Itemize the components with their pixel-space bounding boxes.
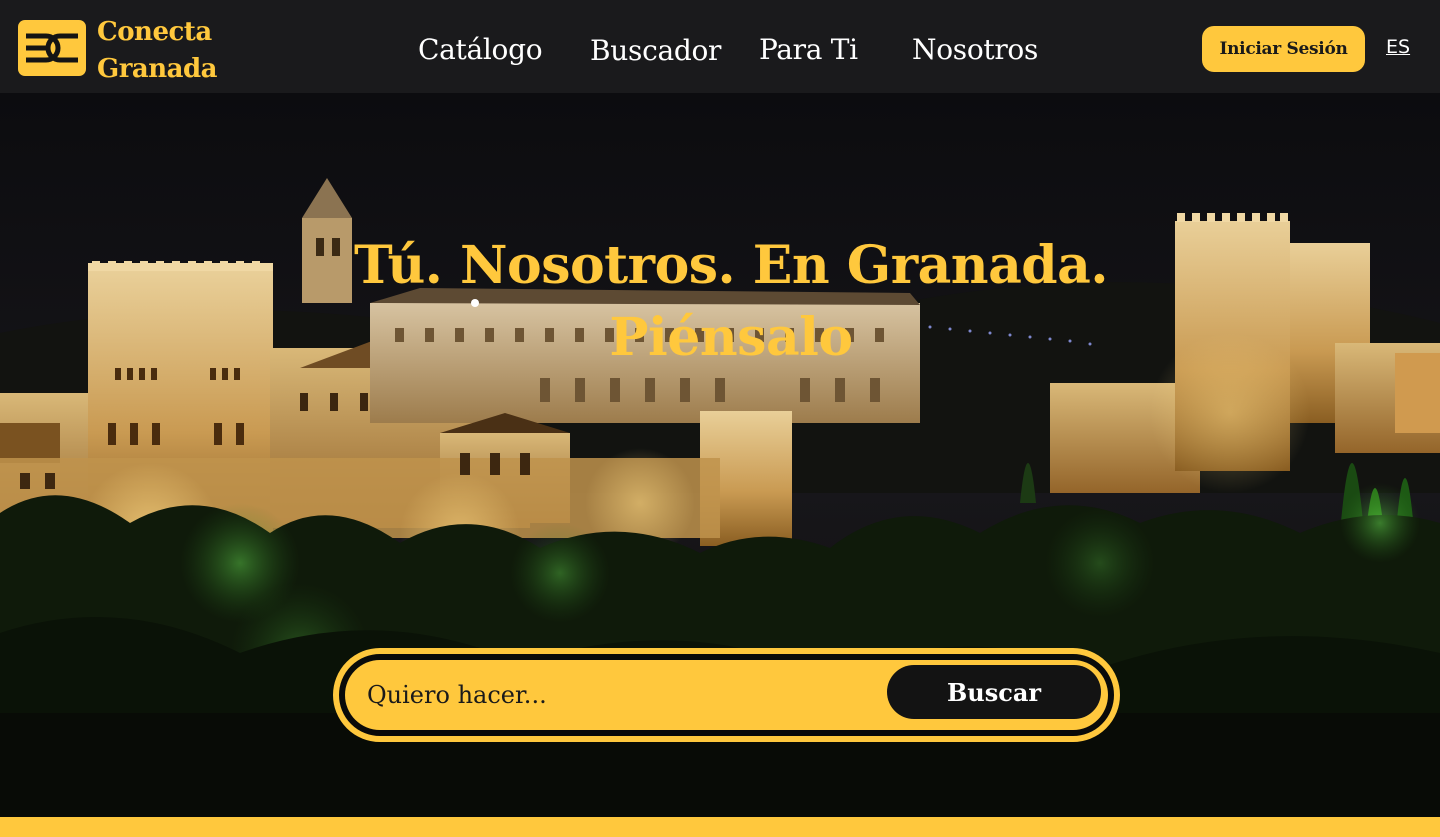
logo-graphic [26,33,78,63]
hero-title: Tú. Nosotros. En Granada. Piénsalo [0,230,1440,374]
site-header: Conecta Granada Catálogo Buscador Para T… [0,0,1440,93]
nav-item-buscador[interactable]: Buscador [590,31,721,71]
search-input[interactable] [367,672,867,718]
nav-item-para-ti[interactable]: Para Ti [759,30,858,70]
search-bar: Buscar [333,648,1120,742]
footer-strip [0,817,1440,837]
login-button[interactable]: Iniciar Sesión [1202,26,1365,72]
nav-item-nosotros[interactable]: Nosotros [912,30,1038,70]
search-field-container: Buscar [345,660,1108,730]
brand-name[interactable]: Conecta Granada [97,14,247,88]
cg-logo-icon[interactable] [18,20,86,76]
brand-name-line1: Conecta [97,17,212,47]
search-button[interactable]: Buscar [887,665,1101,719]
nav-item-catalogo[interactable]: Catálogo [418,30,543,70]
hero-title-line1: Tú. Nosotros. En Granada. [354,235,1108,296]
brand-name-line2: Granada [97,54,218,84]
hero-title-line2: Piénsalo [609,307,853,368]
language-selector[interactable]: ES [1386,36,1410,58]
